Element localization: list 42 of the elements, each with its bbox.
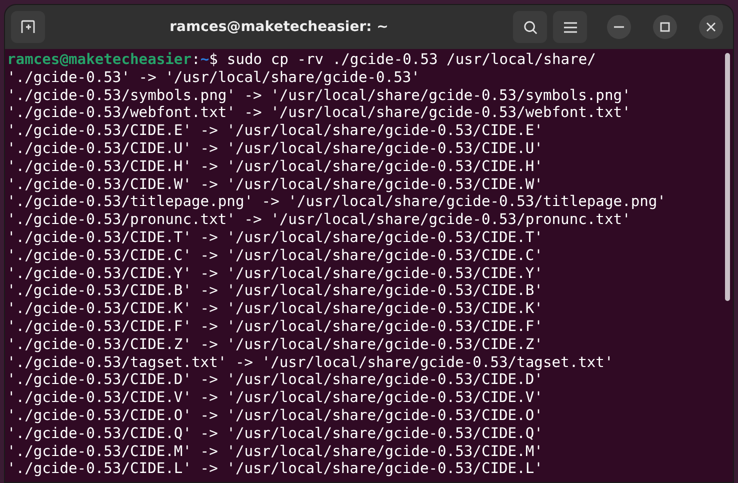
search-button[interactable] (513, 11, 547, 43)
output-line: './gcide-0.53/CIDE.Q' -> '/usr/local/share/gcide-0.53/CIDE.Q' (7, 424, 543, 443)
output-line: './gcide-0.53/CIDE.H' -> '/usr/local/share/gcide-0.53/CIDE.H' (7, 158, 543, 176)
output-line: './gcide-0.53' -> '/usr/local/share/gcide-0.53' (7, 68, 420, 87)
output-line: './gcide-0.53/CIDE.V' -> '/usr/local/share/gcide-0.53/CIDE.V' (7, 389, 543, 407)
search-icon (522, 20, 538, 34)
menu-button[interactable] (553, 11, 587, 43)
output-line: './gcide-0.53/CIDE.M' -> '/usr/local/share/gcide-0.53/CIDE.M' (7, 442, 543, 460)
output-line: './gcide-0.53/CIDE.D' -> '/usr/local/share/gcide-0.53/CIDE.D' (7, 371, 543, 390)
output-line: './gcide-0.53/CIDE.U' -> '/usr/local/share/gcide-0.53/CIDE.U' (7, 140, 543, 158)
output-line: './gcide-0.53/CIDE.Y' -> '/usr/local/share/gcide-0.53/CIDE.Y' (7, 264, 543, 282)
prompt-path: ~ (200, 51, 210, 69)
output-line: './gcide-0.53/CIDE.Z' -> '/usr/local/share/gcide-0.53/CIDE.Z' (7, 336, 543, 354)
new-tab-icon (20, 19, 36, 35)
output-line: './gcide-0.53/CIDE.K' -> '/usr/local/share/gcide-0.53/CIDE.K' (7, 300, 543, 318)
minimize-button[interactable] (607, 15, 631, 39)
output-line: './gcide-0.53/CIDE.E' -> '/usr/local/share/gcide-0.53/CIDE.E' (7, 122, 543, 140)
command-text: sudo cp -rv ./gcide-0.53 /usr/local/share/ (226, 51, 596, 69)
scrollbar-thumb[interactable] (725, 53, 730, 301)
maximize-icon (660, 22, 670, 32)
output-line: './gcide-0.53/CIDE.W' -> '/usr/local/share/gcide-0.53/CIDE.W' (7, 176, 543, 194)
output-line: './gcide-0.53/titlepage.png' -> '/usr/local/share/gcide-0.53/titlepage.png' (7, 193, 666, 212)
output-line: './gcide-0.53/CIDE.B' -> '/usr/local/share/gcide-0.53/CIDE.B' (7, 282, 543, 300)
output-line: './gcide-0.53/pronunc.txt' -> '/usr/local/share/gcide-0.53/pronunc.txt' (7, 211, 631, 229)
output-line: './gcide-0.53/CIDE.L' -> '/usr/local/share/gcide-0.53/CIDE.L' (7, 460, 543, 478)
close-icon (706, 22, 716, 32)
prompt-separator: : (192, 51, 200, 69)
prompt-user-host: ramces@maketecheasier (7, 51, 192, 69)
output-line: './gcide-0.53/CIDE.T' -> '/usr/local/share/gcide-0.53/CIDE.T' (7, 228, 543, 247)
new-tab-button[interactable] (11, 11, 45, 43)
close-button[interactable] (699, 15, 723, 39)
minimize-icon (614, 26, 624, 28)
output-line: './gcide-0.53/tagset.txt' -> '/usr/local/share/gcide-0.53/tagset.txt' (7, 354, 614, 372)
output-line: './gcide-0.53/webfont.txt' -> '/usr/local/share/gcide-0.53/webfont.txt' (7, 104, 631, 122)
output-line: './gcide-0.53/CIDE.O' -> '/usr/local/share/gcide-0.53/CIDE.O' (7, 406, 543, 425)
window-title: ramces@maketecheasier: ~ (170, 18, 388, 36)
maximize-button[interactable] (653, 15, 677, 39)
output-line: './gcide-0.53/CIDE.F' -> '/usr/local/share/gcide-0.53/CIDE.F' (7, 318, 543, 336)
output-line: './gcide-0.53/CIDE.C' -> '/usr/local/share/gcide-0.53/CIDE.C' (7, 246, 543, 265)
output-line: './gcide-0.53/symbols.png' -> '/usr/local/share/gcide-0.53/symbols.png' (7, 86, 631, 104)
menu-icon (564, 22, 576, 32)
prompt-symbol: $ (209, 51, 218, 69)
